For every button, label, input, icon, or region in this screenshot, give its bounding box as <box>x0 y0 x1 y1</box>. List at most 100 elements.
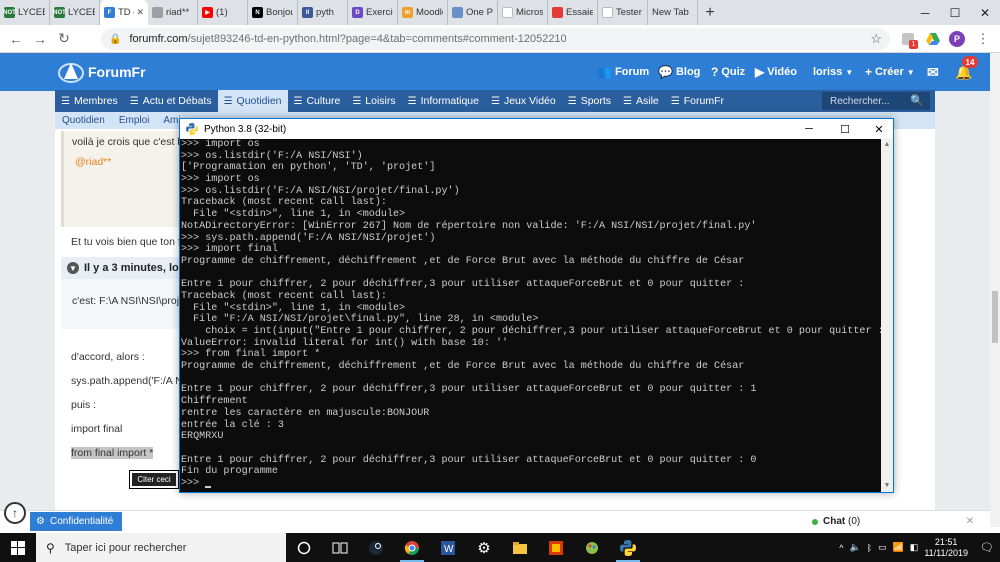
cortana-icon[interactable] <box>286 533 322 562</box>
nav-blog[interactable]: 💬 Blog <box>658 61 700 83</box>
page-scrollbar[interactable] <box>990 53 1000 527</box>
category-item[interactable]: ☰ Culture <box>288 90 347 112</box>
hamburger-icon: ☰ <box>670 95 680 107</box>
mail-icon[interactable]: ✉ <box>927 61 939 83</box>
subcategory-item[interactable]: Emploi <box>112 115 157 126</box>
browser-tab[interactable]: Essaie d <box>548 0 598 25</box>
close-tab-icon[interactable]: ✕ <box>136 7 144 18</box>
scrollbar-thumb[interactable] <box>992 291 998 343</box>
user-menu[interactable]: loriss ▼ <box>813 61 853 83</box>
chrome-icon[interactable] <box>394 533 430 562</box>
console-output[interactable]: >>> import os >>> os.listdir('F:/A NSI/NS… <box>180 139 882 492</box>
browser-tab[interactable]: riad** <box>148 0 198 25</box>
category-item[interactable]: ☰ Jeux Vidéo <box>485 90 562 112</box>
extension-icon[interactable]: 1 <box>897 28 919 50</box>
scroll-to-top-icon[interactable]: ↑ <box>4 502 26 524</box>
category-label: Actu et Débats <box>142 95 212 107</box>
back-icon[interactable]: ← <box>4 27 28 51</box>
word-icon[interactable]: W <box>430 533 466 562</box>
browser-tab[interactable]: Tester <box>598 0 648 25</box>
quote-this-button[interactable]: Citer ceci <box>129 470 179 489</box>
nav-quiz[interactable]: ? Quiz <box>711 61 745 83</box>
console-titlebar[interactable]: Python 3.8 (32-bit) ─ ☐ ✕ <box>180 119 893 139</box>
url-input[interactable]: 🔒 forumfr.com/sujet893246-td-en-python.h… <box>101 28 890 50</box>
browser-tab[interactable]: One Pie <box>448 0 498 25</box>
browser-tab[interactable]: DExercic <box>348 0 398 25</box>
python-taskbar-icon[interactable] <box>610 533 646 562</box>
taskbar-search-input[interactable]: ⚲ Taper ici pour rechercher <box>36 533 286 562</box>
reload-icon[interactable]: ↻ <box>52 27 76 51</box>
minimize-button[interactable]: ─ <box>910 0 940 25</box>
chevron-up-icon[interactable]: ^ <box>839 543 843 553</box>
settings-gear-icon[interactable]: ⚙ <box>466 533 502 562</box>
profile-avatar[interactable]: P <box>946 28 968 50</box>
browser-tab[interactable]: Microsc <box>498 0 548 25</box>
search-icon[interactable]: 🔍 <box>910 94 924 107</box>
menu-kebab-icon[interactable]: ⋮ <box>972 28 994 50</box>
speech-bubble-icon: 💬 <box>658 65 673 79</box>
nav-forum[interactable]: 👥 Forum <box>597 61 649 83</box>
browser-tab[interactable]: New Tab <box>648 0 698 25</box>
paint-icon[interactable] <box>574 533 610 562</box>
tab-favicon-icon <box>502 7 513 18</box>
category-item[interactable]: ☰ Loisirs <box>346 90 401 112</box>
volume-icon[interactable]: 🔈 <box>849 542 860 553</box>
console-line-text: File "<stdin>", line 1, in <module> <box>181 209 406 221</box>
create-menu[interactable]: + Créer ▼ <box>865 61 915 83</box>
windows-start-icon[interactable] <box>0 533 36 562</box>
privacy-button[interactable]: ⚙ Confidentialité <box>30 512 122 531</box>
file-explorer-icon[interactable] <box>502 533 538 562</box>
console-line: rentre les caractère en majuscule:BONJOU… <box>181 408 882 420</box>
category-item[interactable]: ☰ Quotidien <box>217 90 288 112</box>
new-tab-button[interactable]: + <box>698 0 722 25</box>
task-view-icon[interactable] <box>322 533 358 562</box>
battery-icon[interactable]: ▭ <box>878 542 887 553</box>
browser-tab[interactable]: FTD e✕ <box>100 0 148 25</box>
photos-app-icon[interactable] <box>538 533 574 562</box>
notifications-icon[interactable]: 🗨 <box>980 541 994 554</box>
network-icon[interactable]: ◧ <box>910 542 919 553</box>
clock[interactable]: 21:51 11/11/2019 <box>924 537 968 559</box>
browser-tab[interactable]: mMoodle <box>398 0 448 25</box>
console-close-button[interactable]: ✕ <box>862 119 896 139</box>
scroll-down-icon[interactable]: ▼ <box>881 480 893 492</box>
site-search-input[interactable]: Rechercher... 🔍 <box>822 92 930 110</box>
close-icon[interactable]: ✕ <box>966 516 974 527</box>
category-item[interactable]: ☰ Membres <box>55 90 124 112</box>
category-label: Loisirs <box>365 95 396 107</box>
mention-link[interactable]: @riad** <box>75 156 111 168</box>
browser-tab[interactable]: NOTLYCEE C <box>50 0 100 25</box>
scroll-up-icon[interactable]: ▲ <box>881 139 893 151</box>
bookmark-star-icon[interactable]: ☆ <box>870 31 882 47</box>
browser-tab[interactable]: ▶ (1) <box>198 0 248 25</box>
console-maximize-button[interactable]: ☐ <box>828 119 862 139</box>
drive-icon[interactable] <box>922 28 944 50</box>
console-scrollbar[interactable]: ▲ ▼ <box>881 139 893 492</box>
console-minimize-button[interactable]: ─ <box>792 119 826 139</box>
wifi-icon[interactable]: 📶 <box>893 542 904 553</box>
chevron-down-icon[interactable]: ▼ <box>67 262 79 274</box>
browser-tab[interactable]: II pyth <box>298 0 348 25</box>
python-console-window[interactable]: Python 3.8 (32-bit) ─ ☐ ✕ >>> import os >… <box>179 118 894 493</box>
forward-icon[interactable]: → <box>28 27 52 51</box>
selected-text[interactable]: from final import * <box>71 447 154 459</box>
bluetooth-icon[interactable]: ᛒ <box>867 543 872 553</box>
subcategory-item[interactable]: Quotidien <box>55 115 112 126</box>
category-item[interactable]: ☰ Sports <box>562 90 617 112</box>
close-window-button[interactable]: ✕ <box>970 0 1000 25</box>
browser-tab-bar: NOTLYCEE CNOTLYCEE CFTD e✕riad**▶(1)NBon… <box>0 0 1000 25</box>
hamburger-icon: ☰ <box>490 95 500 107</box>
forumfr-logo[interactable]: ForumFr <box>58 59 146 85</box>
browser-tab[interactable]: NOTLYCEE C <box>0 0 50 25</box>
category-item[interactable]: ☰ ForumFr <box>665 90 730 112</box>
category-item[interactable]: ☰ Actu et Débats <box>124 90 218 112</box>
nav-video[interactable]: ▶ Vidéo <box>755 61 797 83</box>
chat-panel[interactable]: Chat (0) ✕ <box>812 512 978 531</box>
category-item[interactable]: ☰ Asile <box>617 90 665 112</box>
maximize-button[interactable]: ☐ <box>940 0 970 25</box>
category-label: Membres <box>73 95 118 107</box>
browser-tab[interactable]: N Bonjou <box>248 0 298 25</box>
category-item[interactable]: ☰ Informatique <box>402 90 485 112</box>
steam-icon[interactable] <box>358 533 394 562</box>
